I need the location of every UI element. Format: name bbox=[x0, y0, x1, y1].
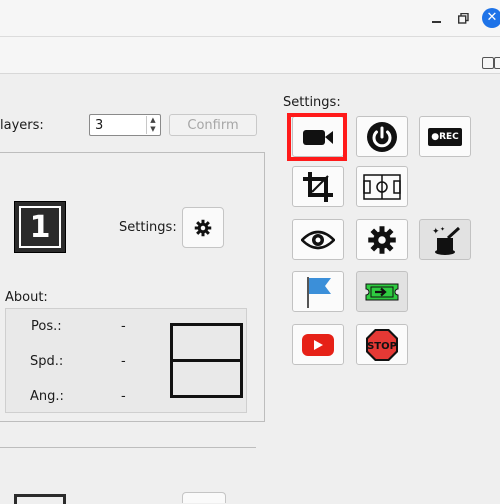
gear-icon bbox=[368, 225, 396, 254]
svg-text:✦: ✦ bbox=[432, 227, 440, 237]
title-bar bbox=[0, 0, 500, 37]
magic-button[interactable]: ✦ ✦ bbox=[419, 219, 471, 260]
view-button[interactable] bbox=[292, 219, 344, 260]
settings-button[interactable] bbox=[356, 219, 408, 260]
toolbar-settings-icon[interactable] bbox=[494, 57, 500, 69]
svg-text:✦: ✦ bbox=[440, 226, 445, 233]
flag-icon bbox=[307, 276, 331, 308]
ticket-arrow-icon bbox=[365, 283, 399, 300]
field-diagram-icon bbox=[170, 323, 243, 398]
power-icon bbox=[367, 121, 397, 152]
youtube-button[interactable] bbox=[292, 324, 344, 365]
gear-icon bbox=[194, 219, 212, 236]
magic-wand-icon: ✦ ✦ bbox=[432, 226, 461, 255]
power-button[interactable] bbox=[356, 116, 408, 157]
ang-value: - bbox=[121, 389, 126, 404]
settings-title: Settings: bbox=[283, 95, 341, 110]
toolbar-camera-icon[interactable] bbox=[482, 57, 494, 69]
spin-arrows-icon[interactable]: ▲ ▼ bbox=[146, 116, 159, 134]
pos-label: Pos.: bbox=[31, 319, 62, 334]
player-settings-button[interactable] bbox=[182, 492, 226, 503]
pos-value: - bbox=[121, 319, 126, 334]
field-icon bbox=[363, 173, 401, 200]
record-button[interactable]: ●REC bbox=[419, 116, 471, 157]
rec-icon: ●REC bbox=[428, 127, 462, 146]
players-spinbox[interactable]: 3 ▲ ▼ bbox=[89, 114, 161, 136]
toolbar bbox=[0, 37, 500, 74]
field-button[interactable] bbox=[356, 166, 408, 207]
selection-highlight bbox=[287, 113, 347, 161]
svg-text:STOP: STOP bbox=[367, 341, 397, 352]
players-label: layers: bbox=[0, 118, 44, 133]
player-settings-button[interactable] bbox=[182, 207, 224, 248]
close-icon: ✕ bbox=[486, 10, 498, 25]
youtube-icon bbox=[302, 333, 334, 356]
confirm-button[interactable]: Confirm bbox=[169, 114, 257, 136]
ticket-button[interactable] bbox=[356, 271, 408, 312]
spd-value: - bbox=[121, 354, 126, 369]
flag-button[interactable] bbox=[292, 271, 344, 312]
minimize-icon bbox=[431, 20, 441, 23]
player-settings-label: Settings: bbox=[119, 220, 177, 235]
minimize-button[interactable] bbox=[428, 10, 444, 26]
player-number-icon: 1 bbox=[14, 201, 66, 253]
maximize-icon bbox=[457, 12, 469, 24]
maximize-button[interactable] bbox=[455, 10, 471, 26]
player-number-icon bbox=[14, 494, 66, 504]
player-number: 1 bbox=[19, 206, 61, 248]
players-value: 3 bbox=[95, 118, 104, 133]
eye-icon bbox=[301, 230, 335, 249]
stop-button[interactable]: STOP bbox=[356, 324, 408, 365]
spd-label: Spd.: bbox=[30, 354, 64, 369]
about-title: About: bbox=[5, 290, 48, 305]
stop-sign-icon: STOP bbox=[366, 328, 398, 361]
ang-label: Ang.: bbox=[30, 389, 64, 404]
crop-button[interactable] bbox=[292, 166, 344, 207]
divider bbox=[0, 447, 256, 448]
close-button[interactable]: ✕ bbox=[482, 8, 500, 28]
crop-icon bbox=[303, 171, 333, 202]
